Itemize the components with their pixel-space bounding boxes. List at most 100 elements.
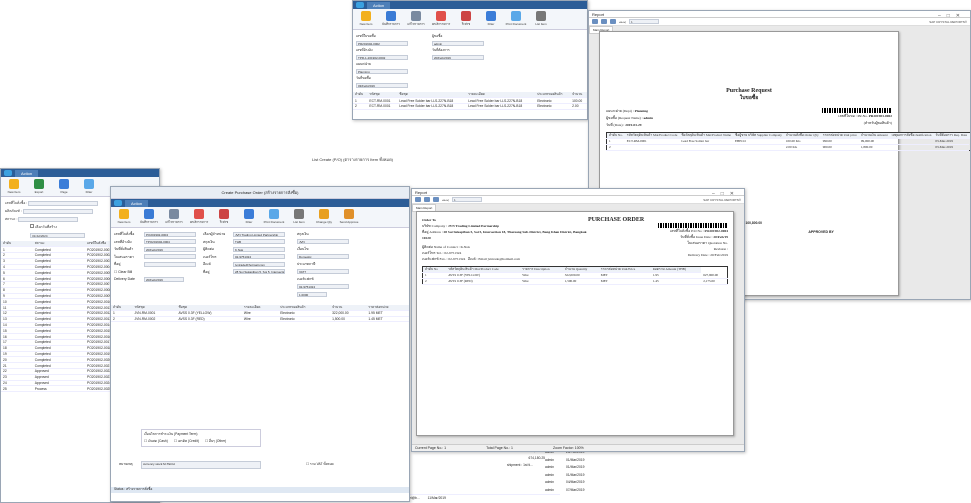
form-input[interactable]: PR201902-0002 <box>356 40 408 46</box>
refresh-icon[interactable] <box>610 19 616 24</box>
column-header[interactable]: รหัสวัตถุดิบ/สินค้า Mat/Product Code <box>624 132 680 139</box>
refresh-icon[interactable] <box>433 197 439 202</box>
form-input[interactable]: THB <box>233 239 285 245</box>
form-input[interactable]: PO201902-0004 <box>144 231 196 237</box>
nav-buttons[interactable]: ◂ ▸ ▸| <box>619 20 626 24</box>
date-picker[interactable]: 31/Jul/2024 <box>30 232 85 238</box>
page-button[interactable]: Page <box>54 179 74 194</box>
form-input[interactable]: VAT7 <box>297 269 349 275</box>
column-header[interactable]: ชื่อวัตถุดิบ/สินค้า Mat/Product Name <box>679 132 733 139</box>
ribbon-icon <box>461 11 471 21</box>
form-input[interactable]: JVN <box>297 239 349 245</box>
form-input[interactable]: JVN Trading Limited Partnership <box>233 231 285 237</box>
column-header[interactable]: จำนวนสั่งซื้อ Order Q'ty <box>783 132 821 139</box>
column-header[interactable]: ราคาต่อหน่วย Unit price <box>820 132 859 139</box>
product-input[interactable] <box>22 208 93 214</box>
column-header[interactable]: จำนวนเงิน Amount <box>858 132 890 139</box>
tab-action[interactable]: Action <box>367 1 391 9</box>
clear-bill-option[interactable]: ☐ Clear Bill <box>114 269 199 277</box>
tab-action[interactable]: Action <box>15 169 39 177</box>
pr-ribbon: New Item บันทึกรายการ แก้ไขรายการ ยกเลิกราย… <box>353 9 587 30</box>
form-row: ประเภทภาษี VAT7 <box>297 261 372 276</box>
ribbon-button[interactable]: Change Qty <box>314 209 334 224</box>
ribbon-button[interactable]: บันทึกรายการ <box>381 11 401 27</box>
form-input[interactable]: 02-9751324 <box>297 284 349 290</box>
ribbon-button[interactable]: Send Approve <box>339 209 359 224</box>
ribbon-button[interactable]: แก้ไขรายการ <box>406 11 426 27</box>
ribbon-icon <box>269 209 279 219</box>
other-option[interactable]: ☐ อื่นๆ (Other) <box>205 439 226 444</box>
new-item-button[interactable]: New Item <box>4 179 24 194</box>
form-input[interactable]: TPO201902-0004 <box>144 239 196 245</box>
cash-option[interactable]: ☐ เงินสด (Cash) <box>144 439 168 444</box>
print-icon[interactable] <box>601 19 607 24</box>
column-header[interactable]: เหตุผลการสั่งซื้อ Justification <box>889 132 934 139</box>
other-label: อื่นๆ (Other) <box>208 439 227 443</box>
form-input[interactable]: admin <box>432 40 484 46</box>
form-input[interactable]: K.Nok <box>233 246 285 252</box>
ribbon-button[interactable]: Print Document <box>264 209 284 224</box>
ribbon-button[interactable]: List Item <box>289 209 309 224</box>
form-input[interactable]: 02-9751324 <box>233 254 285 260</box>
ribbon-button[interactable]: Print Document <box>506 11 526 26</box>
ribbon-button[interactable]: Filter <box>481 11 501 26</box>
form-input[interactable]: jvntrade@hotmail.com <box>233 261 285 267</box>
form-input[interactable]: 20/Feb/2019 <box>432 54 484 60</box>
vat-checkbox[interactable]: ☐ รวม VAT ทั้งหมด <box>306 462 334 467</box>
tab-action[interactable]: Action <box>125 199 149 207</box>
pr-form-right: ผู้ขอซื้อ admin วันที่ต้องการ 20/Feb/2019 <box>432 33 502 89</box>
form-input[interactable]: 03/Feb/2019 <box>356 82 408 88</box>
column-header[interactable]: ชื่อผู้ขาย บริษัท Supplier Company <box>733 132 784 139</box>
ribbon-button[interactable]: ยกเลิกรายการ <box>189 209 209 225</box>
ribbon-button[interactable]: บันทึกรายการ <box>139 209 159 225</box>
remark-input[interactable]: currency stock M-TECH <box>141 461 261 469</box>
column-header[interactable]: ลำดับ No. <box>606 132 625 139</box>
table-row[interactable]: 2 ECT-RM-0001 Lead Free Solder bar LLS-227… <box>353 103 587 110</box>
export-icon[interactable] <box>415 197 421 202</box>
ribbon-button[interactable]: Filter <box>239 209 259 224</box>
po-no-input[interactable] <box>28 200 99 206</box>
table-row[interactable]: 2 AVSS 0.3F (RED) Wire 1,500.00 MET 1.45 2,175… <box>422 278 728 285</box>
filter-button[interactable]: Filter <box>79 179 99 194</box>
ribbon-button[interactable]: รีเฟรช <box>214 209 234 225</box>
export-button[interactable]: Export <box>29 179 49 194</box>
rate-field[interactable]: 1.0000 <box>297 291 327 297</box>
table-cell: 1,500.00 <box>330 316 367 323</box>
page-input[interactable]: 1 <box>451 197 482 202</box>
ribbon-button[interactable]: List Item <box>531 11 551 26</box>
form-input[interactable]: Planning <box>356 68 408 74</box>
ribbon-button[interactable]: รีเฟรช <box>456 11 476 27</box>
form-input[interactable] <box>144 254 196 260</box>
page-input[interactable]: 1 <box>628 19 659 24</box>
column-header[interactable]: วันที่ต้องการ Req. Date <box>933 132 970 139</box>
zoom-factor: Zoom Factor: 100% <box>553 446 584 450</box>
form-right2: สกุลเงิน JVN เงื่อนไข Domestic ประเภทภาษี VAT… <box>297 231 372 299</box>
ribbon-button[interactable]: New Item <box>356 11 376 26</box>
list-caption: List Create (P/O) (ตารางรายการ Item ทั้ง… <box>312 157 393 162</box>
ribbon-icon <box>119 209 129 219</box>
form-input[interactable]: 28 Soi Sukapiban 5, Soi 5, Intersection … <box>233 269 285 275</box>
ribbon-button[interactable]: แก้ไขรายการ <box>164 209 184 225</box>
print-icon[interactable] <box>424 197 430 202</box>
ribbon-button[interactable]: New Item <box>114 209 134 224</box>
form-input[interactable]: 20/Feb/2019 <box>144 246 196 252</box>
window-controls[interactable]: –□✕ <box>938 13 966 19</box>
export-icon[interactable] <box>592 19 598 24</box>
date-checkbox[interactable] <box>30 224 34 228</box>
window-controls[interactable]: –□✕ <box>712 191 740 197</box>
status-select[interactable] <box>18 216 79 222</box>
ribbon-label: New Item <box>359 22 373 26</box>
form-input[interactable]: Domestic <box>297 254 349 260</box>
table-row[interactable]: 2 2.00 KG 900.00 1,800.00 03-Mar-2019 <box>606 144 971 151</box>
form-right: เลือกผู้จำหน่าย JVN Trading Limited Partn… <box>203 231 293 299</box>
form-label: เลขที่อ้างอิง <box>356 48 373 52</box>
form-input[interactable]: TPR-1-201902-0002 <box>356 54 408 60</box>
form-label: เงื่อนไข <box>297 247 309 251</box>
table-row[interactable]: 2 JVN-RM-0002 AVSS 0.3F (RED) Wire Electroni… <box>111 316 409 323</box>
nav-buttons[interactable]: ◂ ▸ ▸| <box>442 198 449 202</box>
credit-option[interactable]: ☐ เครดิต (Credit) <box>174 439 199 444</box>
delivery-input[interactable]: 20/Feb/2019 <box>144 276 184 282</box>
form-input[interactable] <box>144 261 196 267</box>
table-cell: 1,500.00 <box>562 278 599 285</box>
ribbon-button[interactable]: ยกเลิกรายการ <box>431 11 451 27</box>
